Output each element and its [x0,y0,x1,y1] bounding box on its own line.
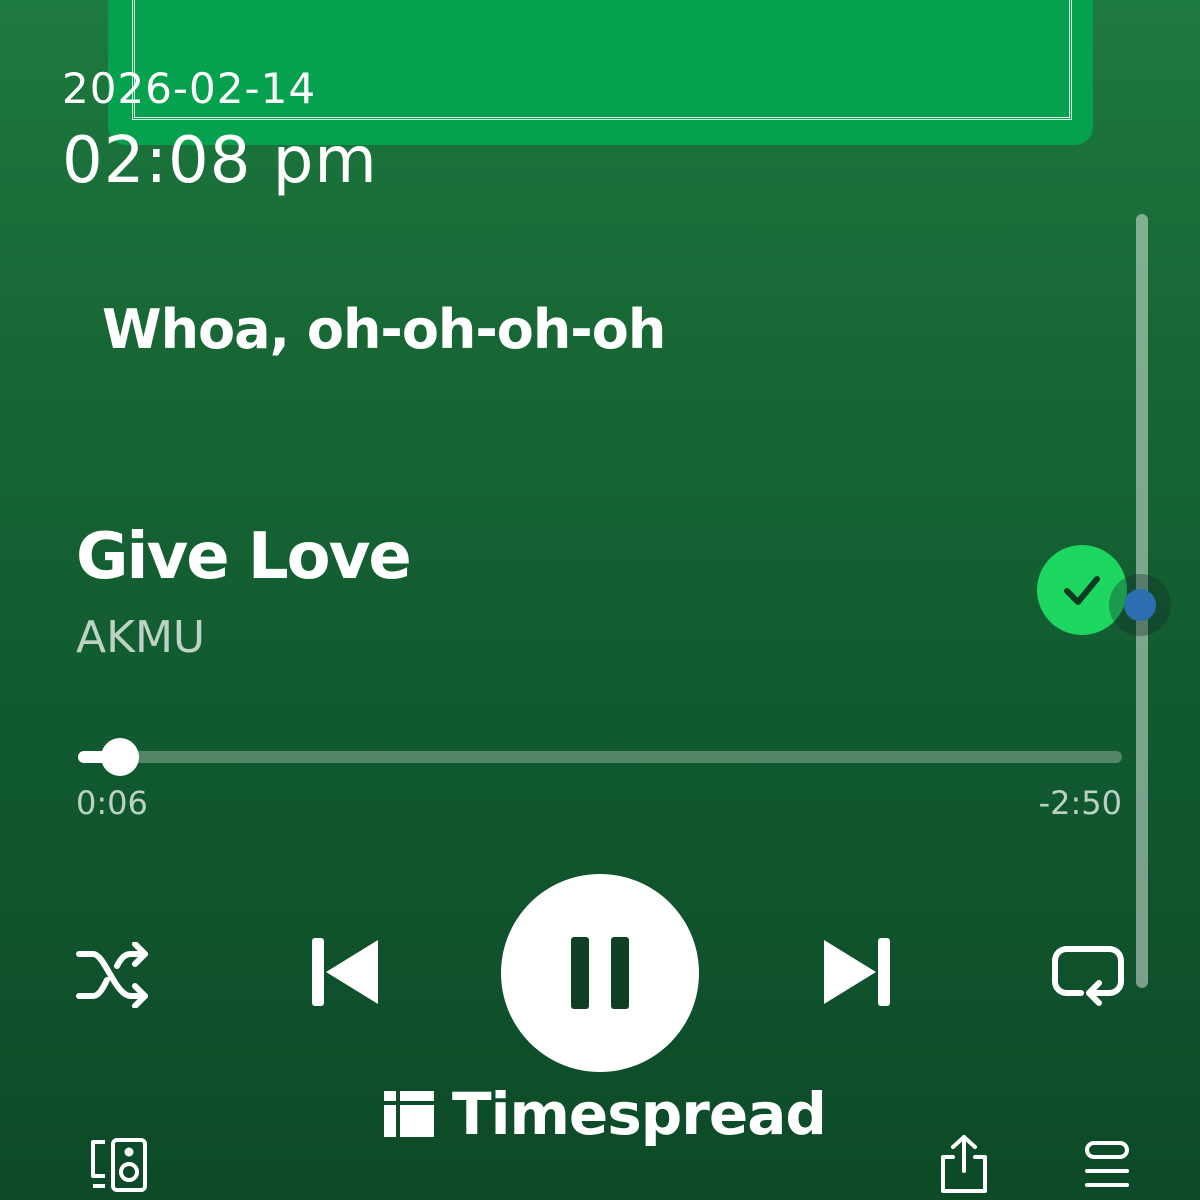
shuffle-icon [76,942,148,1008]
queue-icon [1085,1141,1129,1187]
progress-bar[interactable] [78,738,1122,776]
share-icon [941,1135,987,1193]
pause-button[interactable] [501,874,699,1072]
repeat-button[interactable] [1050,940,1126,1010]
status-time: 02:08 pm [62,124,378,198]
connect-device-button[interactable] [86,1136,152,1192]
skip-previous-icon [312,938,378,1006]
checkmark-icon [1064,576,1100,605]
skip-next-icon [824,938,890,1006]
status-date: 2026-02-14 [62,64,317,113]
watermark: Timespread [384,1080,827,1148]
previous-button[interactable] [306,932,382,1012]
scrollbar-thumb[interactable] [1109,574,1171,636]
scrollbar-thumb-dot [1124,589,1156,621]
remaining-time: -2:50 [1038,784,1122,822]
progress-handle[interactable] [100,738,139,776]
share-button[interactable] [936,1132,992,1196]
lyric-line[interactable]: Whoa, oh-oh-oh-oh [102,298,666,361]
queue-button[interactable] [1082,1138,1132,1194]
repeat-icon [1052,946,1124,1006]
track-title[interactable]: Give Love [76,520,412,594]
elapsed-time: 0:06 [76,784,148,822]
next-button[interactable] [820,932,896,1012]
timespread-logo-icon [384,1091,434,1137]
watermark-text: Timespread [452,1080,827,1148]
shuffle-button[interactable] [74,940,154,1010]
connect-device-icon [91,1138,147,1192]
track-artist[interactable]: AKMU [76,612,205,663]
pause-icon [571,937,629,1009]
